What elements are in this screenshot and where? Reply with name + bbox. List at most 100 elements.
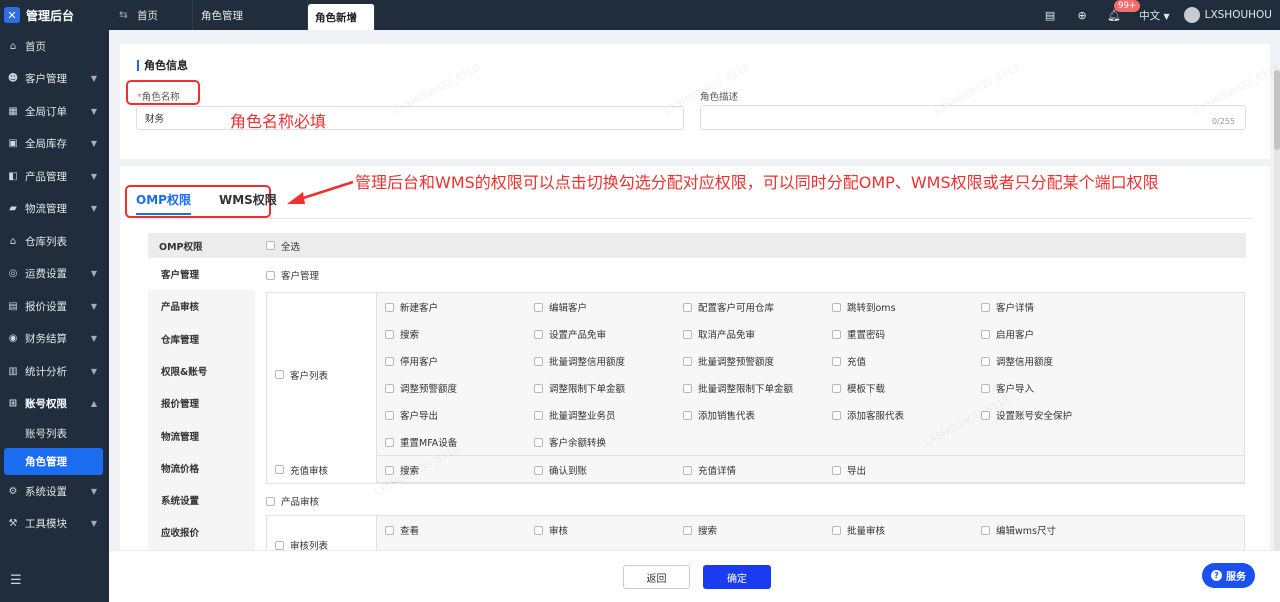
checkbox[interactable]	[385, 410, 394, 420]
group-checkbox-product-review[interactable]: 产品审核	[266, 494, 319, 508]
permission-checkbox[interactable]: 批量调整业务员	[534, 408, 616, 422]
checkbox[interactable]	[981, 356, 990, 366]
permission-checkbox[interactable]: 批量调整预警额度	[683, 354, 774, 368]
permission-checkbox[interactable]: 批量审核	[832, 523, 885, 537]
checkbox[interactable]	[275, 465, 284, 474]
checkbox[interactable]	[534, 410, 543, 420]
permission-checkbox[interactable]: 添加销售代表	[683, 408, 755, 422]
permission-checkbox[interactable]: 模板下载	[832, 381, 885, 395]
role-desc-textarea[interactable]: 0/255	[700, 105, 1246, 130]
tab-home[interactable]: 首页	[129, 0, 193, 30]
permission-checkbox[interactable]: 配置客户可用仓库	[683, 300, 774, 314]
checkbox[interactable]	[385, 525, 394, 535]
permission-category[interactable]: 报价管理	[148, 387, 256, 419]
checkbox[interactable]	[534, 329, 543, 339]
sidebar-item[interactable]: ◎ 运费设置 ▼	[0, 258, 109, 291]
checkbox[interactable]	[683, 383, 692, 393]
checkbox[interactable]	[981, 383, 990, 393]
sidebar-item[interactable]: ⌂ 首页	[0, 30, 109, 63]
checkbox[interactable]	[832, 302, 841, 312]
checkbox[interactable]	[385, 329, 394, 339]
row-checkbox[interactable]: 充值审核	[275, 463, 328, 477]
permission-checkbox[interactable]: 客户详情	[981, 300, 1034, 314]
avatar[interactable]	[1183, 7, 1200, 23]
download-icon[interactable]: ⊕	[1075, 8, 1089, 22]
sidebar-item[interactable]: ▰ 物流管理 ▼	[0, 193, 109, 226]
username[interactable]: LXSHOUHOU	[1205, 9, 1272, 21]
checkbox[interactable]	[534, 383, 543, 393]
sidebar-item[interactable]: ▣ 全局库存 ▼	[0, 128, 109, 161]
checkbox[interactable]	[534, 465, 543, 475]
permission-checkbox[interactable]: 客户余额转换	[534, 435, 606, 449]
checkbox[interactable]	[981, 329, 990, 339]
checkbox[interactable]	[385, 383, 394, 393]
sidebar-item[interactable]: ▥ 统计分析 ▼	[0, 355, 109, 388]
tab-role-add[interactable]: 角色新增	[308, 4, 375, 30]
tab-role-management[interactable]: 角色管理	[193, 0, 308, 30]
permission-checkbox[interactable]: 添加客服代表	[832, 408, 904, 422]
checkbox[interactable]	[266, 496, 275, 506]
checkbox[interactable]	[385, 437, 394, 447]
sidebar-item[interactable]: ☻ 客户管理 ▼	[0, 63, 109, 96]
permission-checkbox[interactable]: 充值详情	[683, 463, 736, 477]
checkbox[interactable]	[832, 383, 841, 393]
tab-wms-permission[interactable]: WMS权限	[219, 191, 277, 215]
permission-checkbox[interactable]: 跳转到oms	[832, 300, 896, 314]
permission-checkbox[interactable]: 确认到账	[534, 463, 587, 477]
checkbox[interactable]	[266, 270, 275, 280]
checkbox[interactable]	[683, 356, 692, 366]
permission-checkbox[interactable]: 批量调整信用额度	[534, 354, 625, 368]
service-button[interactable]: ? 服务	[1202, 563, 1255, 588]
permission-checkbox[interactable]: 导出	[832, 463, 866, 477]
checkbox[interactable]	[832, 465, 841, 475]
printer-icon[interactable]: ▤	[1043, 8, 1057, 22]
bell-icon[interactable]: 🔔︎ 99+	[1107, 0, 1141, 22]
select-all-checkbox[interactable]: 全选	[266, 239, 300, 253]
checkbox[interactable]	[266, 241, 275, 250]
sidebar-subitem[interactable]: 角色管理	[4, 447, 103, 475]
sidebar-item[interactable]: ⊞ 账号权限 ▲	[0, 388, 109, 421]
permission-category[interactable]: 客户管理	[148, 258, 256, 290]
checkbox[interactable]	[832, 410, 841, 420]
checkbox[interactable]	[832, 525, 841, 535]
sidebar-subitem[interactable]: 账号列表	[0, 420, 109, 448]
sidebar-item[interactable]: ▦ 全局订单 ▼	[0, 95, 109, 128]
permission-category[interactable]: 应收报价	[148, 516, 256, 548]
sidebar-item[interactable]: ◧ 产品管理 ▼	[0, 160, 109, 193]
checkbox[interactable]	[275, 370, 284, 379]
row-checkbox[interactable]: 客户列表	[275, 368, 328, 382]
sidebar-item[interactable]: ◉ 财务结算 ▼	[0, 323, 109, 356]
checkbox[interactable]	[534, 437, 543, 447]
permission-checkbox[interactable]: 设置产品免审	[534, 327, 606, 341]
checkbox[interactable]	[275, 540, 284, 550]
app-logo[interactable]: ✕ 管理后台	[0, 0, 109, 30]
permission-checkbox[interactable]: 查看	[385, 523, 419, 537]
permission-category[interactable]: 仓库管理	[148, 323, 256, 355]
permission-checkbox[interactable]: 充值	[832, 354, 866, 368]
permission-checkbox[interactable]: 编辑wms尺寸	[981, 523, 1056, 537]
confirm-button[interactable]: 确定	[703, 565, 771, 589]
checkbox[interactable]	[385, 356, 394, 366]
permission-category[interactable]: 产品审核	[148, 290, 256, 322]
permission-checkbox[interactable]: 搜索	[385, 327, 419, 341]
scrollbar-thumb[interactable]	[1274, 70, 1280, 150]
checkbox[interactable]	[683, 302, 692, 312]
permission-checkbox[interactable]: 审核	[534, 523, 568, 537]
sidebar-item[interactable]: ▤ 报价设置 ▼	[0, 290, 109, 323]
permission-checkbox[interactable]: 新建客户	[385, 300, 438, 314]
collapse-sidebar-icon[interactable]: ⇆	[109, 0, 129, 30]
permission-checkbox[interactable]: 停用客户	[385, 354, 438, 368]
checkbox[interactable]	[832, 329, 841, 339]
sidebar-item[interactable]: ⚒ 工具模块 ▼	[0, 508, 109, 541]
permission-checkbox[interactable]: 启用客户	[981, 327, 1034, 341]
menu-toggle-icon[interactable]: ☰	[10, 573, 22, 588]
permission-checkbox[interactable]: 客户导入	[981, 381, 1034, 395]
permission-checkbox[interactable]: 客户导出	[385, 408, 438, 422]
back-button[interactable]: 返回	[623, 565, 690, 589]
permission-checkbox[interactable]: 调整限制下单金额	[534, 381, 625, 395]
checkbox[interactable]	[385, 465, 394, 475]
tab-omp-permission[interactable]: OMP权限	[136, 191, 191, 215]
sidebar-item[interactable]: ⚙ 系统设置 ▼	[0, 475, 109, 508]
permission-checkbox[interactable]: 取消产品免审	[683, 327, 755, 341]
checkbox[interactable]	[683, 525, 692, 535]
